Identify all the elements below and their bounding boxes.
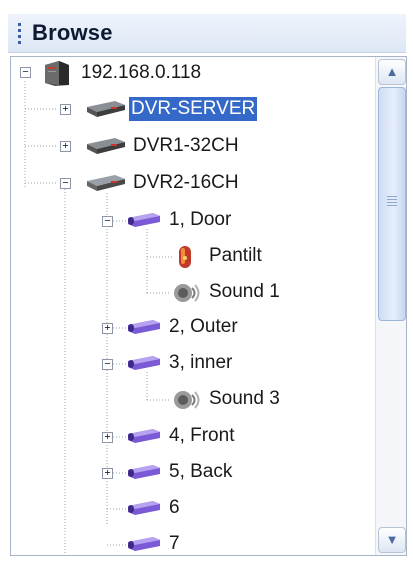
tree-item-sound-3[interactable]: Sound 3 bbox=[207, 387, 282, 411]
camera-icon bbox=[128, 537, 160, 551]
tree-root-label[interactable]: 192.168.0.118 bbox=[79, 61, 203, 85]
expander-minus-icon[interactable]: − bbox=[102, 216, 113, 227]
tree-view[interactable]: − 192.168.0.118 + DVR-SERVER + DVR1-32CH… bbox=[10, 56, 407, 556]
tree-item-camera-7[interactable]: 7 bbox=[167, 532, 182, 555]
expander-plus-icon[interactable]: + bbox=[102, 323, 113, 334]
expander-minus-icon[interactable]: − bbox=[60, 178, 71, 189]
tree-item-camera-4[interactable]: 4, Front bbox=[167, 424, 236, 448]
server-tower-icon bbox=[45, 61, 69, 86]
pantilt-icon bbox=[179, 246, 191, 268]
tree-item-camera-3[interactable]: 3, inner bbox=[167, 351, 234, 375]
tree-item-sound-1[interactable]: Sound 1 bbox=[207, 280, 282, 304]
tree-content: − 192.168.0.118 + DVR-SERVER + DVR1-32CH… bbox=[11, 57, 374, 555]
expander-plus-icon[interactable]: + bbox=[102, 432, 113, 443]
tree-item-camera-1[interactable]: 1, Door bbox=[167, 208, 233, 232]
expander-plus-icon[interactable]: + bbox=[60, 104, 71, 115]
header-grip-icon[interactable] bbox=[18, 23, 22, 45]
thumb-grip-icon bbox=[387, 196, 397, 208]
camera-icon bbox=[128, 465, 160, 479]
tree-item-camera-6[interactable]: 6 bbox=[167, 496, 182, 520]
browse-panel: Browse − 192.168.0.118 + DVR-SERVER + DV… bbox=[0, 0, 413, 562]
camera-icon bbox=[128, 501, 160, 515]
panel-title: Browse bbox=[32, 20, 113, 45]
camera-icon bbox=[128, 213, 160, 227]
speaker-sound-icon bbox=[174, 284, 200, 302]
dvr-device-icon bbox=[87, 101, 125, 117]
tree-item-dvr1[interactable]: DVR1-32CH bbox=[131, 134, 241, 158]
chevron-down-icon: ▼ bbox=[385, 532, 399, 547]
scroll-down-button[interactable]: ▼ bbox=[378, 527, 406, 553]
tree-item-camera-5[interactable]: 5, Back bbox=[167, 460, 234, 484]
scroll-up-button[interactable]: ▲ bbox=[378, 59, 406, 85]
dvr-device-icon bbox=[87, 175, 125, 191]
tree-item-pantilt[interactable]: Pantilt bbox=[207, 244, 264, 268]
scroll-thumb[interactable] bbox=[378, 87, 406, 321]
chevron-up-icon: ▲ bbox=[385, 64, 399, 79]
speaker-sound-icon bbox=[174, 391, 200, 409]
expander-minus-icon[interactable]: − bbox=[20, 67, 31, 78]
camera-icon bbox=[128, 429, 160, 443]
expander-plus-icon[interactable]: + bbox=[102, 468, 113, 479]
tree-item-camera-2[interactable]: 2, Outer bbox=[167, 315, 240, 339]
panel-header: Browse bbox=[8, 14, 406, 53]
camera-icon bbox=[128, 320, 160, 334]
tree-item-dvr2[interactable]: DVR2-16CH bbox=[131, 171, 241, 195]
dvr-device-icon bbox=[87, 138, 125, 154]
expander-minus-icon[interactable]: − bbox=[102, 359, 113, 370]
camera-icon bbox=[128, 356, 160, 370]
tree-item-dvr-server[interactable]: DVR-SERVER bbox=[129, 97, 258, 121]
vertical-scrollbar[interactable]: ▲ ▼ bbox=[375, 57, 406, 555]
expander-plus-icon[interactable]: + bbox=[60, 141, 71, 152]
